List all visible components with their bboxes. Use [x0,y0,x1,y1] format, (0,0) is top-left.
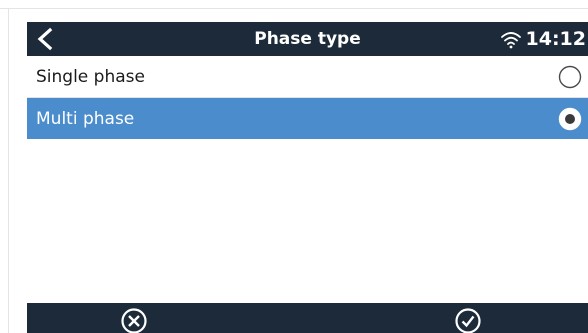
option-label: Multi phase [36,108,135,129]
option-single-phase[interactable]: Single phase [27,56,588,97]
option-multi-phase[interactable]: Multi phase [27,98,588,139]
device-screen: Phase type 14:12 Single phase Multi phas… [27,22,588,333]
radio-unselected-icon[interactable] [558,65,582,89]
chevron-left-icon[interactable] [33,25,57,53]
radio-selected-icon[interactable] [558,107,582,131]
footer-bar [27,303,588,333]
title-bar: Phase type 14:12 [27,22,588,56]
cancel-circle-icon[interactable] [120,307,148,333]
wifi-icon [500,32,521,49]
option-label: Single phase [36,66,145,87]
clock: 14:12 [525,28,586,50]
frame-left-edge [8,8,9,333]
status-area: 14:12 [500,22,588,56]
phase-type-list: Single phase Multi phase [27,56,588,139]
frame-top-edge [0,8,588,9]
confirm-check-icon[interactable] [454,307,482,333]
